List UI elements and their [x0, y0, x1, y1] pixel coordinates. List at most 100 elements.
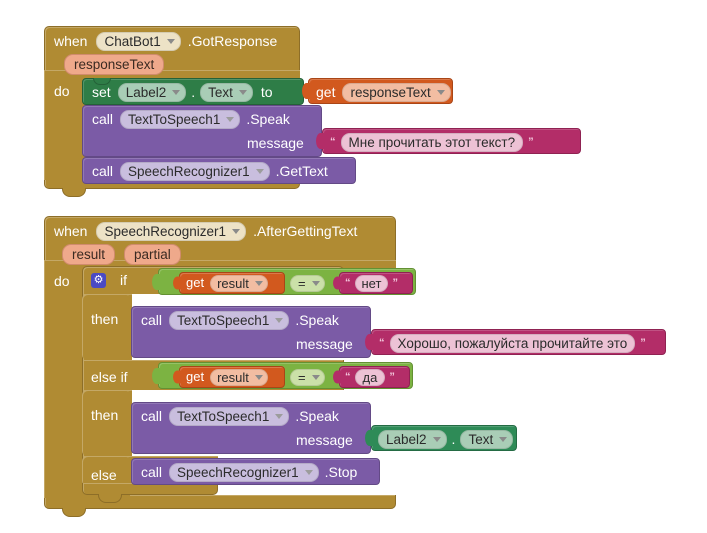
close-quote: ”	[389, 370, 395, 383]
variable-name: result	[217, 275, 249, 291]
text-row-net: “ нет ”	[345, 274, 398, 292]
getter-row-result-1: get result	[186, 274, 268, 292]
keyword-to: to	[260, 84, 273, 100]
call-arg-label-message-1: message	[247, 134, 304, 152]
arg-label-message: message	[247, 135, 304, 151]
component-name: SpeechRecognizer1	[104, 223, 227, 239]
call-row-speechrecognizer-stop: call SpeechRecognizer1 .Stop	[141, 462, 358, 482]
left-plug	[152, 273, 161, 290]
component-name: SpeechRecognizer1	[128, 163, 250, 179]
text-row-ask-read: “ Мне прочитать этот текст? ”	[330, 132, 534, 152]
component-dropdown-texttospeech1-2[interactable]: TextToSpeech1	[169, 310, 290, 330]
event-name: .AfterGettingText	[253, 223, 358, 239]
left-plug	[302, 83, 311, 99]
component-dropdown-label2[interactable]: Label2	[117, 82, 187, 102]
chevron-down-icon	[166, 38, 175, 44]
chevron-down-icon	[499, 436, 508, 442]
component-name: TextToSpeech1	[128, 111, 221, 127]
chevron-down-icon	[254, 374, 263, 380]
keyword-if: if	[120, 272, 127, 288]
blocks-workspace[interactable]: when ChatBot1 .GotResponse responseText …	[0, 0, 707, 533]
setter-row-label2: set Label2 . Text to	[92, 82, 273, 102]
method-name: .Stop	[324, 464, 358, 480]
control-if-header-row: ⚙ if	[91, 271, 127, 289]
variable-dropdown-responsetext[interactable]: responseText	[342, 82, 451, 102]
text-row-da: “ да ”	[345, 368, 395, 386]
keyword-else-if: else if	[91, 368, 128, 386]
event-param-responsetext[interactable]: responseText	[64, 53, 165, 75]
text-row-ok-please-read: “ Хорошо, пожалуйста прочитайте это ”	[379, 333, 646, 353]
keyword-set: set	[92, 84, 111, 100]
text-value-field[interactable]: Мне прочитать этот текст?	[340, 132, 524, 152]
keyword-then-1: then	[91, 310, 118, 328]
keyword-call: call	[92, 163, 114, 179]
operator-dropdown-equals-1[interactable]: =	[290, 274, 325, 292]
variable-dropdown-result-1[interactable]: result	[210, 274, 268, 292]
component-dropdown-speechrecognizer1-event[interactable]: SpeechRecognizer1	[96, 221, 247, 241]
component-name: TextToSpeech1	[177, 408, 270, 424]
method-name: .Speak	[295, 408, 339, 424]
component-dropdown-speechrecognizer1[interactable]: SpeechRecognizer1	[120, 161, 270, 181]
method-name: .Speak	[295, 312, 339, 328]
keyword-else-label: else	[91, 467, 117, 483]
control-if-bottom-notch	[98, 494, 122, 503]
text-value: да	[362, 369, 378, 385]
chevron-down-icon	[275, 413, 284, 419]
event-param-result[interactable]: result	[62, 243, 116, 265]
variable-dropdown-result-2[interactable]: result	[210, 368, 268, 386]
chevron-down-icon	[311, 280, 320, 286]
keyword-do-chatbot: do	[54, 82, 70, 100]
keyword-do-speechrecognizer: do	[54, 272, 70, 290]
keyword-call: call	[141, 464, 163, 480]
component-dropdown-speechrecognizer1-stop[interactable]: SpeechRecognizer1	[169, 462, 319, 482]
call-arg-label-message-2: message	[296, 335, 353, 353]
event-header-speechrecognizer: when SpeechRecognizer1 .AfterGettingText	[54, 221, 357, 241]
component-dropdown-label2-2[interactable]: Label2	[378, 429, 447, 449]
operator-dropdown-equals-2[interactable]: =	[290, 368, 325, 386]
left-plug	[152, 367, 161, 384]
component-name: Label2	[386, 431, 427, 447]
chevron-down-icon	[232, 228, 241, 234]
text-value-field[interactable]: да	[354, 368, 386, 386]
keyword-else-if-label: else if	[91, 369, 128, 385]
event-name: .GotResponse	[187, 33, 278, 49]
keyword-get: get	[186, 369, 205, 384]
dot-separator: .	[191, 84, 196, 100]
left-plug	[365, 334, 374, 350]
text-value-field[interactable]: Хорошо, пожалуйста прочитайте это	[389, 333, 636, 353]
event-param-partial[interactable]: partial	[124, 243, 181, 265]
arg-label-message: message	[296, 432, 353, 448]
text-value-field[interactable]: нет	[354, 274, 389, 292]
event-header-chatbot: when ChatBot1 .GotResponse	[54, 31, 277, 51]
left-plug	[333, 276, 342, 290]
property-getter-row-label2-text: Label2 . Text	[378, 429, 514, 449]
text-value: нет	[361, 275, 382, 291]
component-dropdown-texttospeech1-3[interactable]: TextToSpeech1	[169, 406, 290, 426]
chevron-down-icon	[304, 469, 313, 475]
comparison-operator-row-2: =	[290, 368, 325, 386]
close-quote: ”	[640, 336, 646, 349]
keyword-then-2: then	[91, 406, 118, 424]
close-quote: ”	[528, 135, 534, 148]
open-quote: “	[345, 276, 351, 289]
property-dropdown-text-2[interactable]: Text	[460, 429, 514, 449]
gear-icon[interactable]: ⚙	[91, 272, 106, 288]
open-quote: “	[379, 336, 385, 349]
call-arg-label-message-3: message	[296, 431, 353, 449]
getter-row-responsetext: get responseText	[316, 82, 451, 102]
variable-name: result	[217, 369, 249, 385]
property-dropdown-text[interactable]: Text	[200, 82, 253, 102]
dot-separator: .	[451, 431, 456, 447]
keyword-get: get	[316, 84, 336, 100]
event-block-chatbot-bottom-notch	[62, 188, 86, 197]
chevron-down-icon	[436, 89, 445, 95]
component-dropdown-chatbot1[interactable]: ChatBot1	[96, 31, 181, 51]
event-params-speechrecognizer: result partial	[62, 243, 181, 265]
chevron-down-icon	[238, 89, 247, 95]
method-name: .GetText	[275, 163, 328, 179]
call-row-tts-1: call TextToSpeech1 .Speak	[92, 109, 290, 129]
component-dropdown-texttospeech1[interactable]: TextToSpeech1	[120, 109, 241, 129]
close-quote: ”	[392, 276, 398, 289]
left-plug	[365, 430, 374, 446]
event-block-sr-bottom-notch	[62, 508, 86, 517]
